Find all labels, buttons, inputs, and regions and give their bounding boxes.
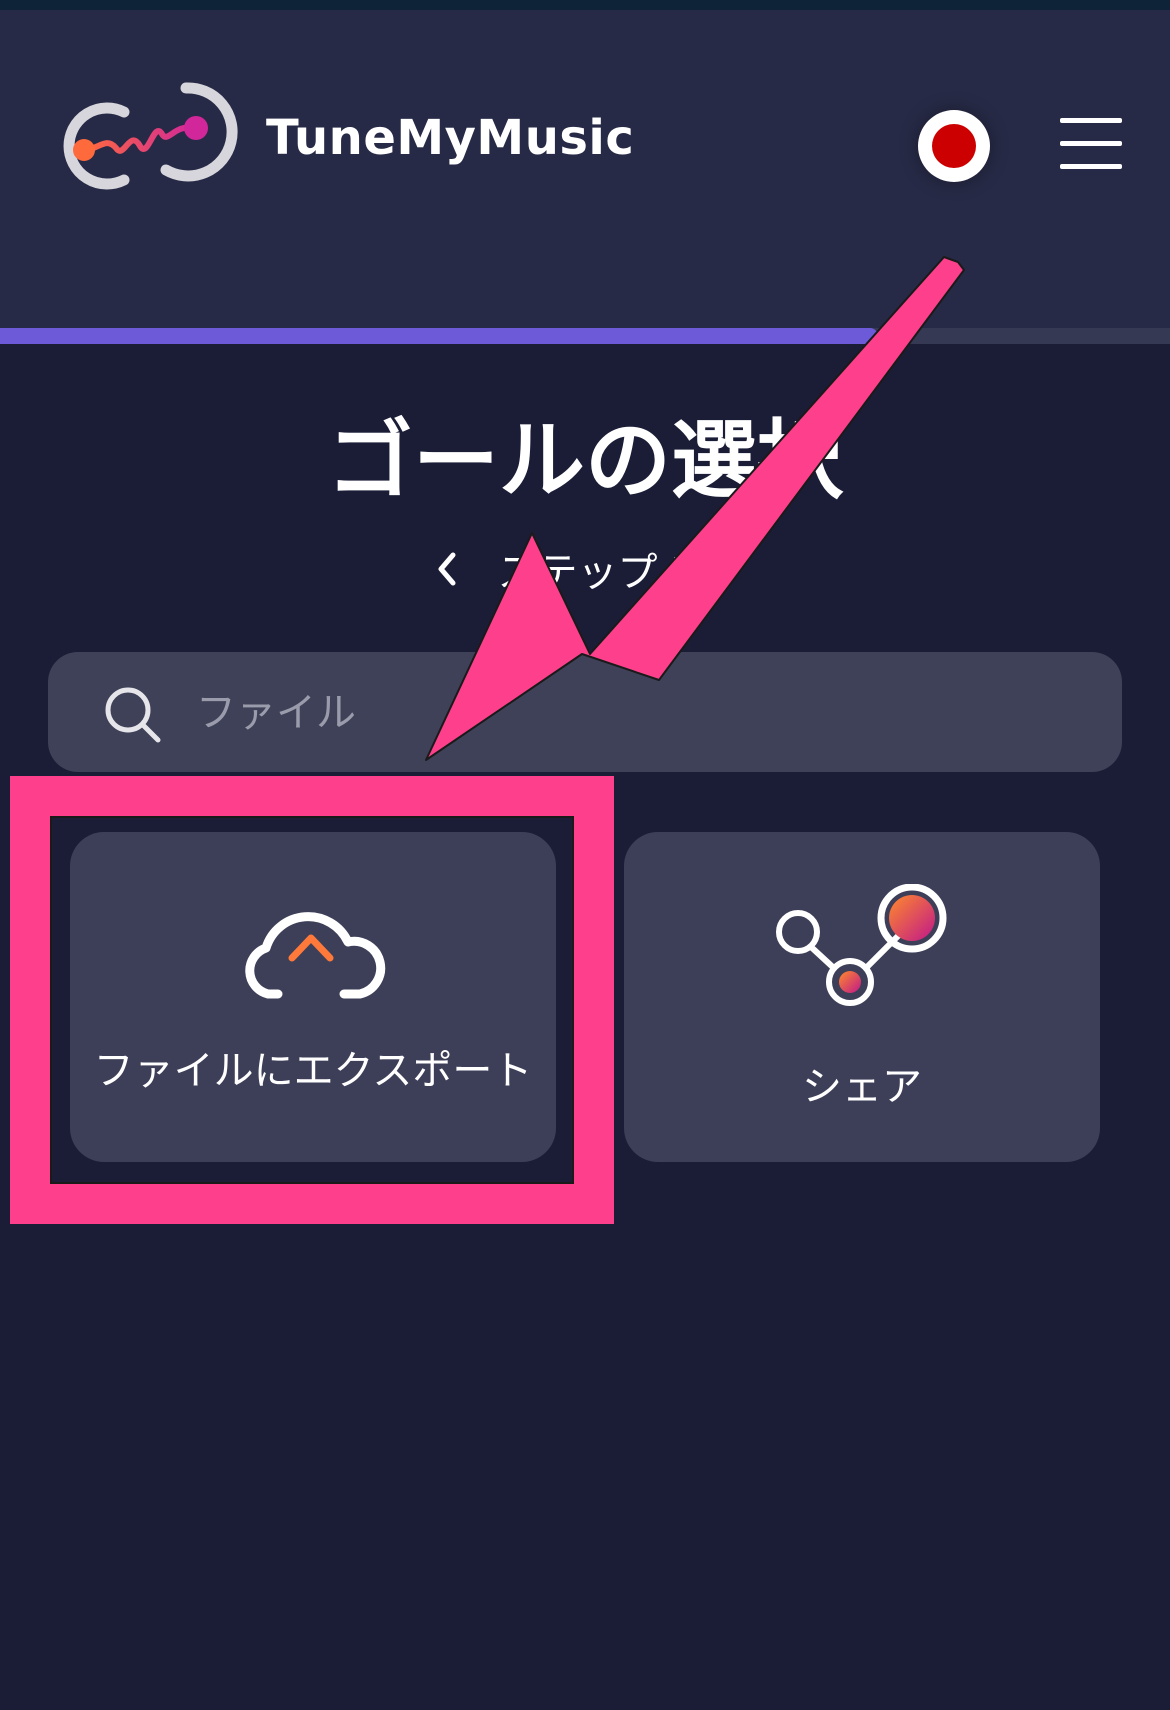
brand-name[interactable]: TuneMyMusic [266, 110, 634, 166]
chevron-left-icon[interactable] [435, 551, 459, 587]
annotation-highlight-box [10, 776, 614, 1224]
search-bar[interactable] [48, 652, 1122, 772]
share-nodes-icon [776, 884, 947, 1006]
app-header: TuneMyMusic [0, 10, 1170, 328]
top-edge-line [0, 0, 1170, 10]
search-icon [105, 687, 161, 743]
step-indicator: ステップ 3/4 [0, 540, 1170, 598]
flag-red-dot [932, 124, 976, 168]
share-label: シェア [802, 1064, 922, 1110]
hamburger-menu-icon[interactable] [1060, 118, 1122, 170]
step-text: ステップ 3/4 [497, 550, 735, 596]
share-card[interactable]: シェア [624, 832, 1100, 1162]
progress-bar [0, 328, 1170, 344]
tunemymusic-logo-icon[interactable] [46, 76, 242, 204]
page-title: ゴールの選択 [327, 411, 843, 511]
japan-flag-icon[interactable] [918, 110, 990, 182]
search-input[interactable] [194, 680, 1078, 746]
progress-fill [0, 328, 878, 344]
